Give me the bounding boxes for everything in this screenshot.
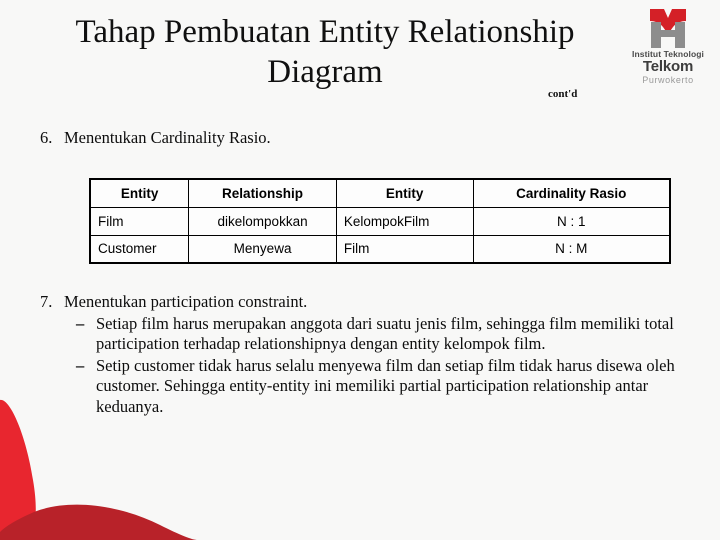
- list-item-7-heading: 7. Menentukan participation constraint.: [40, 292, 680, 313]
- list-item-7: 7. Menentukan participation constraint. –…: [40, 292, 680, 417]
- table-header-cardinality-rasio: Cardinality Rasio: [472, 178, 671, 208]
- title-contd-label: cont'd: [548, 88, 578, 100]
- cell-cardinality: N : 1: [472, 206, 671, 236]
- sub-bullet-1: – Setiap film harus merupakan anggota dar…: [40, 314, 680, 355]
- slide-title: Tahap Pembuatan Entity Relationship Diag…: [40, 12, 610, 92]
- sub-bullet-1-marker: –: [76, 313, 85, 333]
- slide-title-text: Tahap Pembuatan Entity Relationship Diag…: [75, 14, 575, 90]
- table-header-entity-2: Entity: [335, 178, 474, 208]
- table-header-row: Entity Relationship Entity Cardinality R…: [89, 178, 671, 208]
- cell-entity-1: Customer: [89, 234, 190, 264]
- red-band-shape: [0, 504, 198, 540]
- list-item-6: 6. Menentukan Cardinality Rasio.: [40, 128, 271, 148]
- cell-entity-2: KelompokFilm: [335, 206, 474, 236]
- sub-bullet-2-text: Setip customer tidak harus selalu menyew…: [96, 355, 675, 416]
- cell-relationship: dikelompokkan: [188, 206, 337, 236]
- cell-entity-1: Film: [89, 206, 190, 236]
- logo-line-purwokerto: Purwokerto: [642, 75, 694, 85]
- list-item-7-sublist: – Setiap film harus merupakan anggota dar…: [40, 314, 680, 418]
- list-item-7-number: 7.: [40, 292, 53, 311]
- list-item-6-number: 6.: [40, 128, 53, 147]
- list-item-6-text: Menentukan Cardinality Rasio.: [64, 128, 271, 147]
- slide-canvas: Institut Teknologi Telkom Purwokerto Tah…: [0, 0, 720, 540]
- red-wedge-shape: [0, 399, 36, 540]
- institution-logo: Institut Teknologi Telkom Purwokerto: [620, 6, 716, 90]
- table-header-relationship: Relationship: [188, 178, 337, 208]
- sub-bullet-2-marker: –: [76, 355, 85, 375]
- list-item-7-text: Menentukan participation constraint.: [64, 292, 308, 311]
- cell-entity-2: Film: [335, 234, 474, 264]
- sub-bullet-1-text: Setiap film harus merupakan anggota dari…: [96, 313, 674, 354]
- sub-bullet-2: – Setip customer tidak harus selalu menye…: [40, 356, 680, 418]
- table-row: Customer Menyewa Film N : M: [89, 234, 671, 264]
- cell-relationship: Menyewa: [188, 234, 337, 264]
- logo-line-telkom: Telkom: [642, 58, 694, 75]
- telkom-logo-mark: [650, 9, 686, 48]
- cell-cardinality: N : M: [472, 234, 671, 264]
- cardinality-ratio-table: Entity Relationship Entity Cardinality R…: [89, 178, 671, 264]
- table-row: Film dikelompokkan KelompokFilm N : 1: [89, 206, 671, 236]
- table-header-entity-1: Entity: [89, 178, 190, 208]
